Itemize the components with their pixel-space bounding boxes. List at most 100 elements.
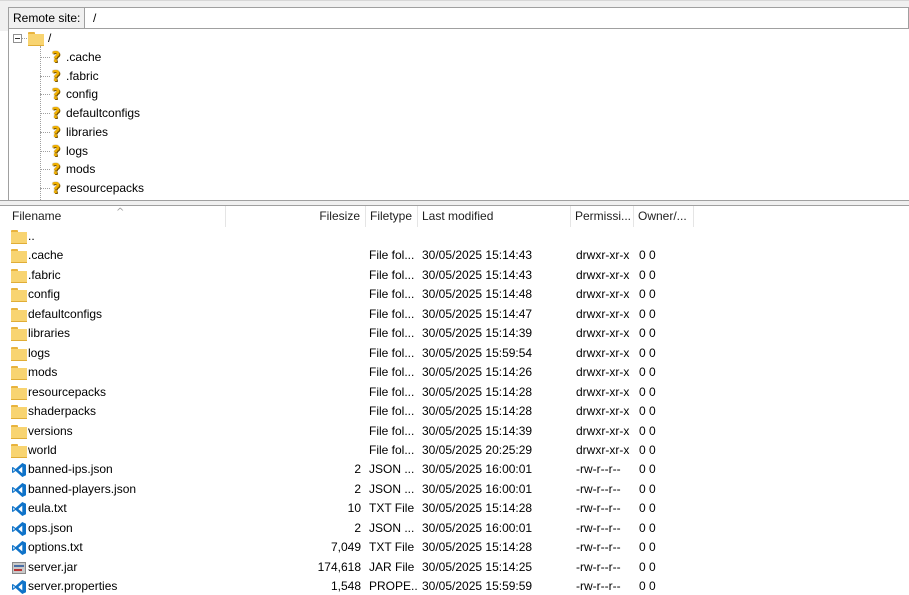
tree-item[interactable]: ? config <box>9 85 309 103</box>
tree-item[interactable]: ? logs <box>9 142 309 160</box>
tree-item[interactable]: ? resourcepacks <box>9 179 309 197</box>
file-owner: 0 0 <box>639 287 656 302</box>
file-owner: 0 0 <box>639 267 656 282</box>
tree-item-label: libraries <box>66 124 109 139</box>
file-name: ops.json <box>28 520 73 535</box>
sort-ascending-icon: ^ <box>116 207 125 218</box>
file-type: PROPE... <box>369 579 418 594</box>
file-name: shaderpacks <box>28 404 97 419</box>
vscode-icon <box>11 521 27 536</box>
column-header-filename[interactable]: Filename ^ <box>8 206 226 227</box>
tree-item[interactable]: ? libraries <box>9 123 309 141</box>
file-name: world <box>28 442 57 457</box>
file-row[interactable]: defaultconfigs File fol... 30/05/2025 15:1… <box>8 305 909 324</box>
tree-item[interactable]: ? defaultconfigs <box>9 104 309 122</box>
file-owner: 0 0 <box>639 306 656 321</box>
file-permissions: drwxr-xr-x <box>576 287 630 302</box>
file-modified: 30/05/2025 15:14:28 <box>422 404 533 419</box>
file-row[interactable]: .cache File fol... 30/05/2025 15:14:43 drwx… <box>8 246 909 265</box>
file-type: File fol... <box>369 287 415 302</box>
file-row[interactable]: server.properties 1,548 PROPE... 30/05/2025… <box>8 577 909 595</box>
column-header-permissions[interactable]: Permissi... <box>571 206 634 227</box>
file-name: mods <box>28 365 58 380</box>
folder-icon <box>11 424 27 440</box>
file-size: 2 <box>354 520 361 535</box>
question-folder-icon: ? <box>51 85 61 104</box>
file-row[interactable]: .. <box>8 227 909 246</box>
remote-path-input[interactable]: / <box>93 8 96 28</box>
file-permissions: drwxr-xr-x <box>576 365 630 380</box>
file-name: banned-ips.json <box>28 462 113 477</box>
file-size <box>226 363 361 382</box>
column-label: Filename <box>12 209 62 223</box>
question-folder-icon: ? <box>51 122 61 141</box>
column-header-filesize[interactable]: Filesize <box>226 206 366 227</box>
file-type: File fol... <box>369 267 415 282</box>
collapse-icon[interactable] <box>13 34 22 43</box>
folder-icon <box>11 230 27 245</box>
file-name: eula.txt <box>28 501 67 516</box>
file-modified: 30/05/2025 15:14:48 <box>422 287 533 302</box>
file-type: File fol... <box>369 442 415 457</box>
file-modified: 30/05/2025 16:00:01 <box>422 462 533 477</box>
file-owner: 0 0 <box>639 404 656 419</box>
file-size <box>226 422 361 441</box>
file-modified: 30/05/2025 15:14:39 <box>422 423 533 438</box>
file-row[interactable]: config File fol... 30/05/2025 15:14:48 drwx… <box>8 285 909 304</box>
file-permissions: drwxr-xr-x <box>576 267 630 282</box>
file-name: resourcepacks <box>28 384 107 399</box>
file-type: File fol... <box>369 326 415 341</box>
question-folder-icon: ? <box>51 104 61 123</box>
file-modified: 30/05/2025 15:14:28 <box>422 540 533 555</box>
folder-icon <box>11 346 27 362</box>
file-size <box>226 246 361 265</box>
file-row[interactable]: resourcepacks File fol... 30/05/2025 15:14… <box>8 383 909 402</box>
file-row[interactable]: mods File fol... 30/05/2025 15:14:26 drwxr-… <box>8 363 909 382</box>
file-row[interactable]: server.jar 174,618 JAR File 30/05/2025 15:1… <box>8 558 909 577</box>
file-size: 1,548 <box>330 579 361 594</box>
file-name: logs <box>28 345 51 360</box>
file-size <box>226 285 361 304</box>
file-size <box>226 383 361 402</box>
file-row[interactable]: libraries File fol... 30/05/2025 15:14:39 d… <box>8 324 909 343</box>
file-row[interactable]: shaderpacks File fol... 30/05/2025 15:14:2… <box>8 402 909 421</box>
tree-item-label: resourcepacks <box>66 180 145 195</box>
list-header: Filename ^ Filesize Filetype Last modifi… <box>8 206 909 227</box>
tree-item[interactable]: ? .cache <box>9 48 309 66</box>
vscode-icon <box>11 579 27 595</box>
column-header-filetype[interactable]: Filetype <box>366 206 418 227</box>
question-folder-icon: ? <box>51 178 61 197</box>
file-permissions <box>576 227 634 246</box>
tree-root[interactable]: / <box>9 29 209 47</box>
file-owner: 0 0 <box>639 462 656 477</box>
file-size <box>226 344 361 363</box>
file-row[interactable]: world File fol... 30/05/2025 20:25:29 drwxr… <box>8 441 909 460</box>
file-row[interactable]: banned-ips.json 2 JSON ... 30/05/2025 16:00… <box>8 460 909 479</box>
file-permissions: -rw-r--r-- <box>576 481 621 496</box>
file-permissions: drwxr-xr-x <box>576 404 630 419</box>
vscode-icon <box>11 501 27 517</box>
tree-item[interactable]: ? .fabric <box>9 67 309 85</box>
file-name: .. <box>28 229 35 243</box>
file-permissions: -rw-r--r-- <box>576 540 621 555</box>
file-type: File fol... <box>369 404 415 419</box>
column-header-owner[interactable]: Owner/... <box>634 206 694 227</box>
file-name: .fabric <box>28 267 61 282</box>
file-modified: 30/05/2025 15:14:25 <box>422 559 533 574</box>
tree-item-label: mods <box>66 162 96 177</box>
file-modified: 30/05/2025 20:25:29 <box>422 442 533 457</box>
file-type: File fol... <box>369 384 415 399</box>
file-modified: 30/05/2025 15:59:54 <box>422 345 533 360</box>
file-row[interactable]: ops.json 2 JSON ... 30/05/2025 16:00:01 -rw-… <box>8 519 909 538</box>
vscode-icon <box>11 540 27 556</box>
file-row[interactable]: .fabric File fol... 30/05/2025 15:14:43 drw… <box>8 266 909 285</box>
file-row[interactable]: eula.txt 10 TXT File 30/05/2025 15:14:28 -rw… <box>8 499 909 518</box>
tree-item[interactable]: ? mods <box>9 160 309 178</box>
file-row[interactable]: logs File fol... 30/05/2025 15:59:54 drwxr-… <box>8 344 909 363</box>
remote-site-field[interactable]: Remote site: / <box>8 7 909 29</box>
file-row[interactable]: versions File fol... 30/05/2025 15:14:39 dr… <box>8 422 909 441</box>
file-row[interactable]: options.txt 7,049 TXT File 30/05/2025 15:14… <box>8 538 909 557</box>
file-row[interactable]: banned-players.json 2 JSON ... 30/05/2025 1… <box>8 480 909 499</box>
file-modified: 30/05/2025 15:14:28 <box>422 384 533 399</box>
column-header-modified[interactable]: Last modified <box>418 206 571 227</box>
